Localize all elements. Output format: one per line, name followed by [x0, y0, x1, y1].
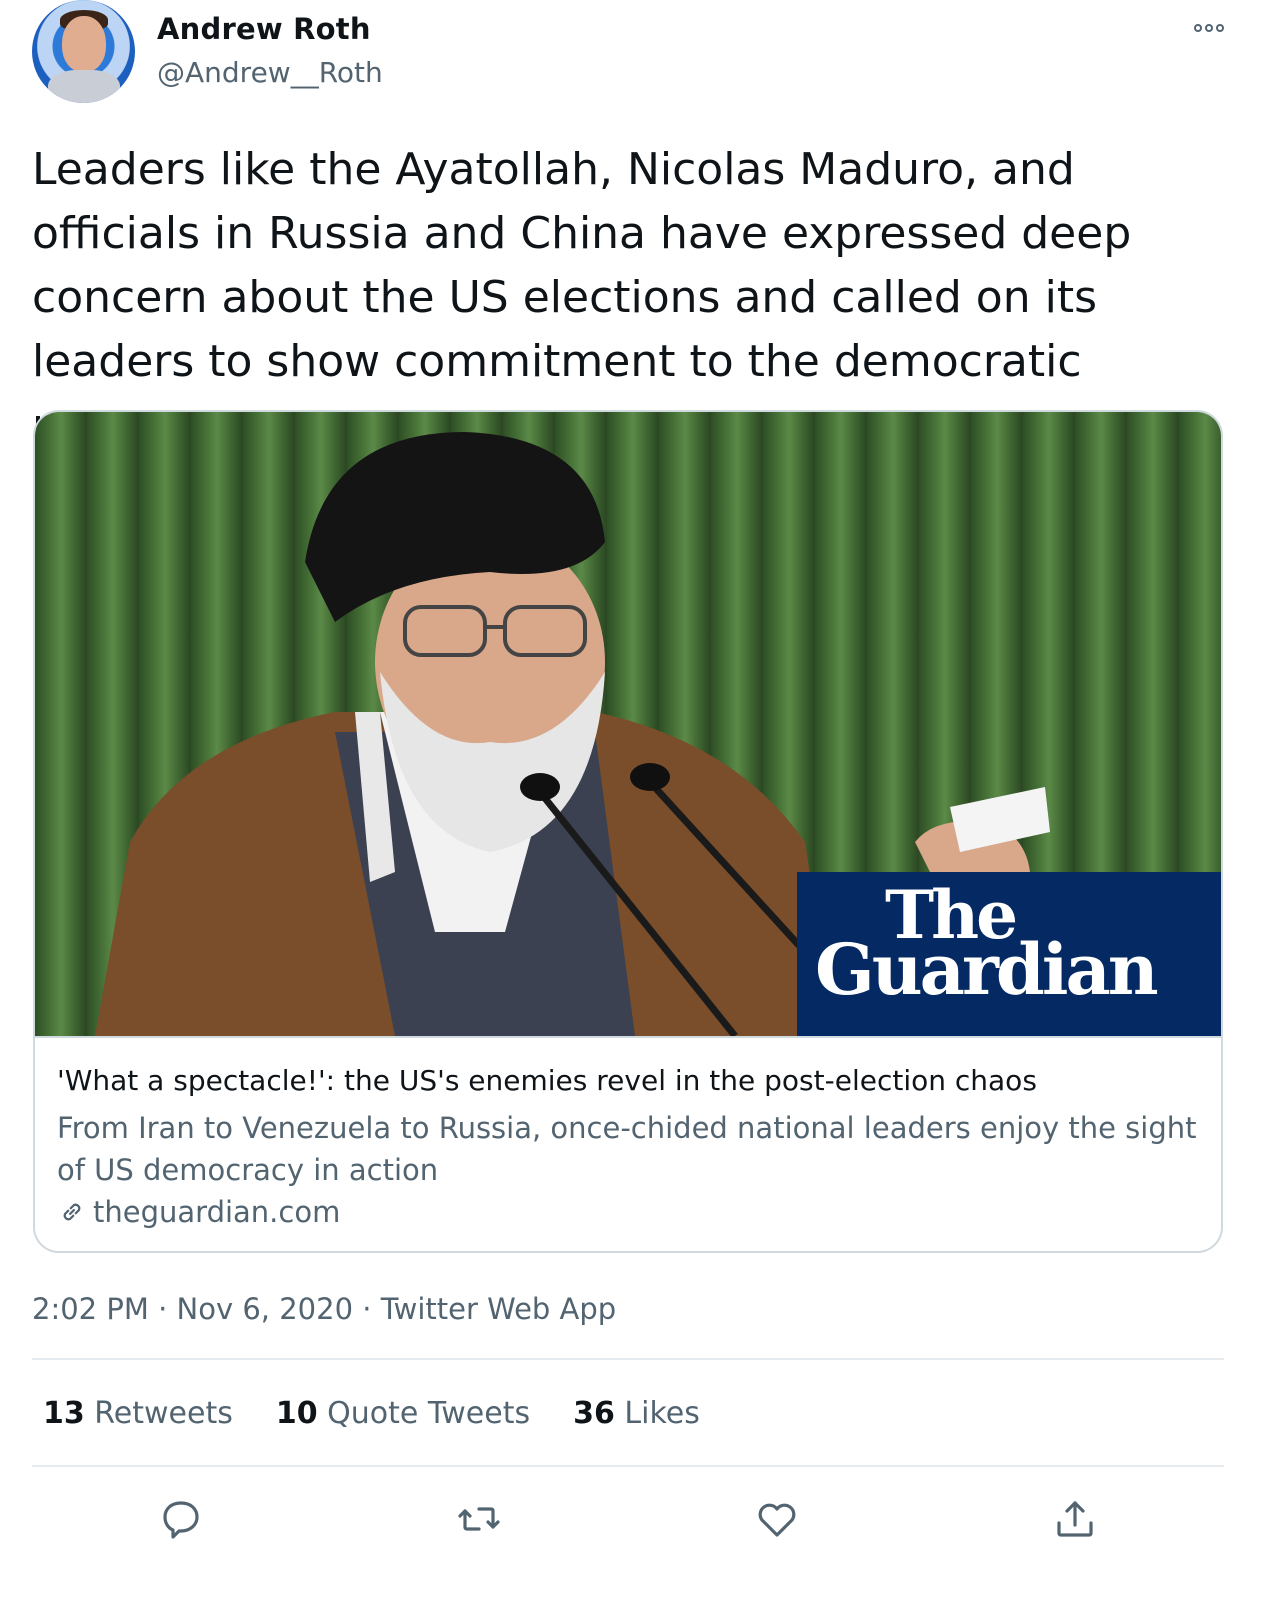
more-dot [1216, 24, 1224, 32]
card-description: From Iran to Venezuela to Russia, once-c… [57, 1111, 1197, 1187]
more-options-icon[interactable] [1189, 18, 1229, 38]
tweet-source[interactable]: Twitter Web App [381, 1292, 617, 1326]
share-icon[interactable] [1051, 1495, 1099, 1543]
action-bar [0, 1495, 1281, 1545]
card-domain[interactable]: theguardian.com [57, 1195, 340, 1229]
card-image[interactable]: The Guardian [35, 412, 1221, 1036]
retweets-stat[interactable]: 13 Retweets [43, 1396, 233, 1431]
reply-icon[interactable] [157, 1495, 205, 1543]
author-handle[interactable]: @Andrew__Roth [157, 56, 383, 89]
avatar-face [62, 16, 106, 72]
link-icon [63, 1203, 81, 1221]
card-domain-text: theguardian.com [93, 1195, 341, 1229]
avatar[interactable] [32, 0, 135, 103]
link-card[interactable]: The Guardian 'What a spectacle!': the US… [33, 410, 1223, 1253]
divider [32, 1358, 1224, 1360]
tweet-meta: 2:02 PM · Nov 6, 2020 · Twitter Web App [32, 1292, 616, 1326]
retweets-count: 13 [43, 1396, 85, 1431]
divider [32, 1465, 1224, 1467]
more-dot [1205, 24, 1213, 32]
retweets-label: Retweets [94, 1396, 233, 1431]
tweet-date[interactable]: Nov 6, 2020 [177, 1292, 354, 1326]
guardian-logo: The Guardian [797, 872, 1221, 1036]
quotes-stat[interactable]: 10 Quote Tweets [276, 1396, 530, 1431]
card-divider [35, 1036, 1221, 1038]
card-title[interactable]: 'What a spectacle!': the US's enemies re… [57, 1064, 1037, 1097]
author-name[interactable]: Andrew Roth [157, 12, 371, 46]
retweet-icon[interactable] [455, 1495, 503, 1543]
like-icon[interactable] [753, 1495, 801, 1543]
quotes-count: 10 [275, 1396, 318, 1431]
avatar-shirt [48, 70, 120, 103]
tweet-time[interactable]: 2:02 PM [32, 1292, 149, 1326]
guardian-logo-line2: Guardian [815, 928, 1159, 1011]
meta-separator: · [158, 1292, 168, 1326]
likes-stat[interactable]: 36 Likes [573, 1396, 700, 1431]
more-dot [1194, 24, 1202, 32]
quotes-label: Quote Tweets [327, 1396, 531, 1431]
likes-label: Likes [624, 1396, 700, 1431]
tweet-stats: 13 Retweets 10 Quote Tweets 36 Likes [43, 1396, 700, 1431]
likes-count: 36 [573, 1396, 615, 1431]
